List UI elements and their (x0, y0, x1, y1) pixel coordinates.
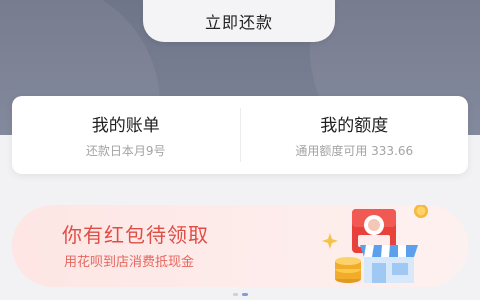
available-quota-text: 通用额度可用 333.66 (295, 144, 414, 158)
my-quota-title: 我的额度 (320, 116, 389, 136)
coin-stack-icon (335, 257, 361, 283)
my-bill-title: 我的账单 (91, 116, 160, 136)
page: 立即还款 我的账单 还款日本月9号 我的额度 通用额度可用 333.66 你有红… (0, 0, 480, 300)
repay-date-text: 还款日本月9号 (85, 144, 166, 158)
banner-title: 你有红包待领取 (62, 223, 209, 247)
store-icon (360, 245, 418, 283)
red-packet-banner[interactable]: 你有红包待领取 用花呗到店消费抵现金 (12, 205, 468, 287)
carousel-indicator (0, 293, 480, 296)
my-bill-entry[interactable]: 我的账单 还款日本月9号 (12, 96, 240, 174)
banner-illustration (322, 205, 428, 283)
repay-now-button[interactable]: 立即还款 (143, 0, 335, 42)
my-quota-entry[interactable]: 我的额度 通用额度可用 333.66 (241, 96, 469, 174)
banner-subtitle: 用花呗到店消费抵现金 (64, 255, 195, 270)
coin-icon (414, 205, 428, 218)
carousel-dot-active (241, 293, 248, 296)
carousel-dot (232, 293, 238, 296)
sparkle-icon (322, 233, 338, 249)
summary-card: 我的账单 还款日本月9号 我的额度 通用额度可用 333.66 (12, 96, 468, 174)
